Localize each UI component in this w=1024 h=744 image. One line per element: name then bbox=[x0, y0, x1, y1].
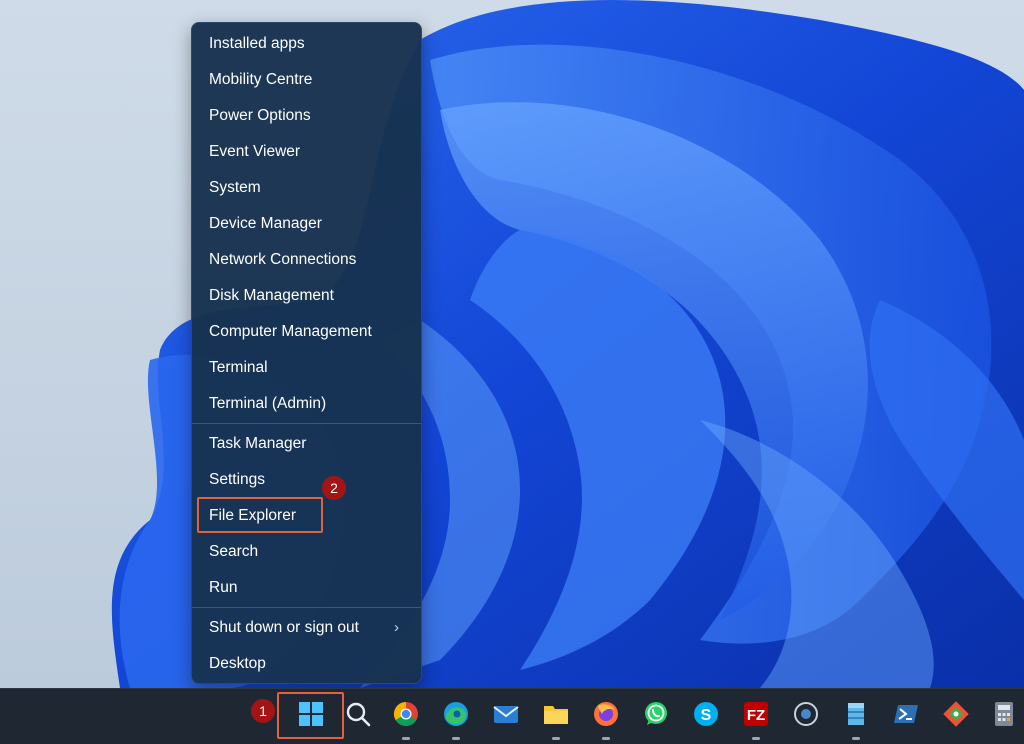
menu-separator bbox=[192, 607, 421, 608]
running-indicator bbox=[402, 737, 410, 740]
taskbar: S FZ bbox=[0, 688, 1024, 744]
mail-icon bbox=[493, 706, 519, 723]
step-badge-1: 1 bbox=[251, 699, 275, 723]
search-icon bbox=[346, 702, 371, 727]
git-icon bbox=[943, 701, 969, 727]
menu-item-task-manager[interactable]: Task Manager bbox=[196, 426, 417, 462]
menu-item-power-options[interactable]: Power Options bbox=[196, 98, 417, 134]
running-indicator bbox=[452, 737, 460, 740]
taskbar-filezilla[interactable]: FZ bbox=[734, 689, 778, 744]
powershell-icon bbox=[894, 705, 918, 723]
taskbar-chrome[interactable] bbox=[384, 689, 428, 744]
taskbar-skype[interactable]: S bbox=[684, 689, 728, 744]
chevron-right-icon: › bbox=[394, 619, 399, 636]
running-indicator bbox=[602, 737, 610, 740]
menu-item-mobility-centre[interactable]: Mobility Centre bbox=[196, 62, 417, 98]
svg-text:S: S bbox=[701, 707, 712, 724]
taskbar-powershell[interactable] bbox=[884, 689, 928, 744]
menu-item-settings[interactable]: Settings bbox=[196, 462, 417, 498]
filezilla-icon: FZ bbox=[744, 702, 768, 726]
quick-link-menu: Installed apps Mobility Centre Power Opt… bbox=[191, 22, 422, 684]
taskbar-whatsapp[interactable] bbox=[634, 689, 678, 744]
running-indicator bbox=[552, 737, 560, 740]
taskbar-file-explorer[interactable] bbox=[534, 689, 578, 744]
chrome-icon bbox=[393, 702, 418, 727]
file-explorer-highlight bbox=[197, 497, 323, 533]
start-button-highlight bbox=[277, 692, 344, 739]
menu-item-disk-management[interactable]: Disk Management bbox=[196, 278, 417, 314]
step-badge-2: 2 bbox=[322, 476, 346, 500]
menu-item-terminal-admin[interactable]: Terminal (Admin) bbox=[196, 386, 417, 422]
menu-item-run[interactable]: Run bbox=[196, 570, 417, 606]
menu-item-network-connections[interactable]: Network Connections bbox=[196, 242, 417, 278]
menu-item-computer-management[interactable]: Computer Management bbox=[196, 314, 417, 350]
cortana-icon bbox=[794, 702, 818, 726]
taskbar-mail[interactable] bbox=[484, 689, 528, 744]
menu-item-device-manager[interactable]: Device Manager bbox=[196, 206, 417, 242]
menu-item-desktop[interactable]: Desktop bbox=[196, 646, 417, 682]
edge-icon bbox=[444, 702, 468, 726]
taskbar-calculator[interactable] bbox=[982, 689, 1024, 744]
menu-separator bbox=[192, 423, 421, 424]
skype-icon: S bbox=[694, 702, 718, 726]
desktop-wallpaper bbox=[0, 0, 1024, 688]
taskbar-cortana[interactable] bbox=[784, 689, 828, 744]
menu-item-shut-down-or-sign-out[interactable]: Shut down or sign out › bbox=[196, 610, 417, 646]
menu-item-terminal[interactable]: Terminal bbox=[196, 350, 417, 386]
taskbar-git[interactable] bbox=[934, 689, 978, 744]
menu-item-system[interactable]: System bbox=[196, 170, 417, 206]
svg-text:FZ: FZ bbox=[747, 707, 765, 724]
taskbar-azure-storage[interactable] bbox=[834, 689, 878, 744]
running-indicator bbox=[752, 737, 760, 740]
running-indicator bbox=[852, 737, 860, 740]
taskbar-edge[interactable] bbox=[434, 689, 478, 744]
firefox-icon bbox=[594, 702, 618, 726]
menu-item-installed-apps[interactable]: Installed apps bbox=[196, 26, 417, 62]
taskbar-firefox[interactable] bbox=[584, 689, 628, 744]
file-explorer-icon bbox=[544, 706, 568, 724]
menu-item-event-viewer[interactable]: Event Viewer bbox=[196, 134, 417, 170]
calculator-icon bbox=[995, 702, 1013, 726]
menu-item-search[interactable]: Search bbox=[196, 534, 417, 570]
azure-storage-icon bbox=[848, 703, 864, 725]
whatsapp-icon bbox=[645, 702, 667, 725]
